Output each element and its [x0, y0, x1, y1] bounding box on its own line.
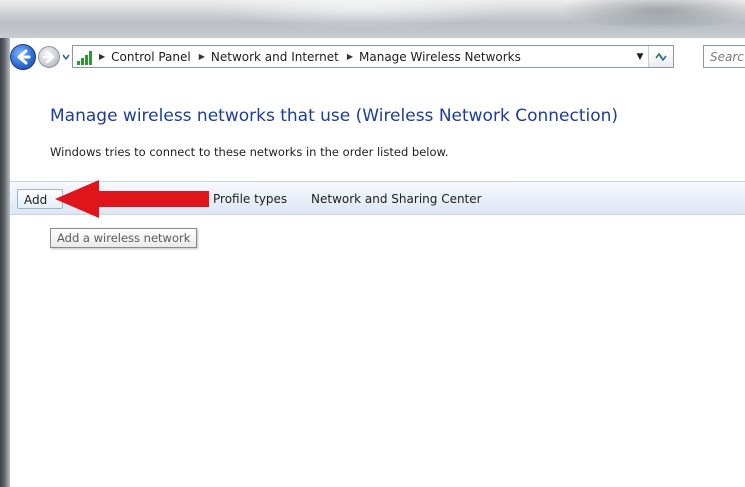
forward-arrow-icon — [42, 50, 55, 64]
profile-types-button[interactable]: Profile types — [209, 189, 291, 209]
page-title: Manage wireless networks that use (Wirel… — [50, 106, 619, 126]
frame-shadow — [560, 0, 745, 30]
main-content: Manage wireless networks that use (Wirel… — [10, 72, 745, 487]
navigation-bar: ▶ Control Panel ▶ Network and Internet ▶… — [10, 44, 745, 70]
network-sharing-center-link[interactable]: Network and Sharing Center — [307, 189, 486, 209]
back-button[interactable] — [10, 44, 36, 70]
refresh-icon — [655, 52, 667, 61]
add-tooltip: Add a wireless network — [50, 228, 198, 248]
window-frame-top — [0, 0, 745, 38]
window-left-border — [0, 38, 10, 487]
history-dropdown-icon[interactable] — [62, 52, 70, 62]
breadcrumb-network-internet[interactable]: Network and Internet — [211, 50, 339, 64]
breadcrumb-control-panel[interactable]: Control Panel — [111, 50, 191, 64]
chevron-right-icon[interactable]: ▶ — [347, 52, 353, 61]
back-arrow-icon — [17, 49, 31, 65]
page-description: Windows tries to connect to these networ… — [50, 145, 449, 159]
chevron-right-icon[interactable]: ▶ — [199, 52, 205, 61]
red-arrow-annotation — [55, 180, 209, 218]
forward-button[interactable] — [38, 46, 60, 68]
search-input[interactable]: Searc — [703, 45, 745, 68]
wireless-network-icon — [77, 49, 93, 65]
address-bar[interactable]: ▶ Control Panel ▶ Network and Internet ▶… — [72, 45, 674, 68]
address-dropdown-icon[interactable]: ▼ — [632, 46, 648, 67]
refresh-button[interactable] — [648, 46, 673, 67]
breadcrumb-manage-wireless[interactable]: Manage Wireless Networks — [359, 50, 521, 64]
chevron-right-icon[interactable]: ▶ — [99, 52, 105, 61]
frame-glow — [210, 0, 510, 30]
